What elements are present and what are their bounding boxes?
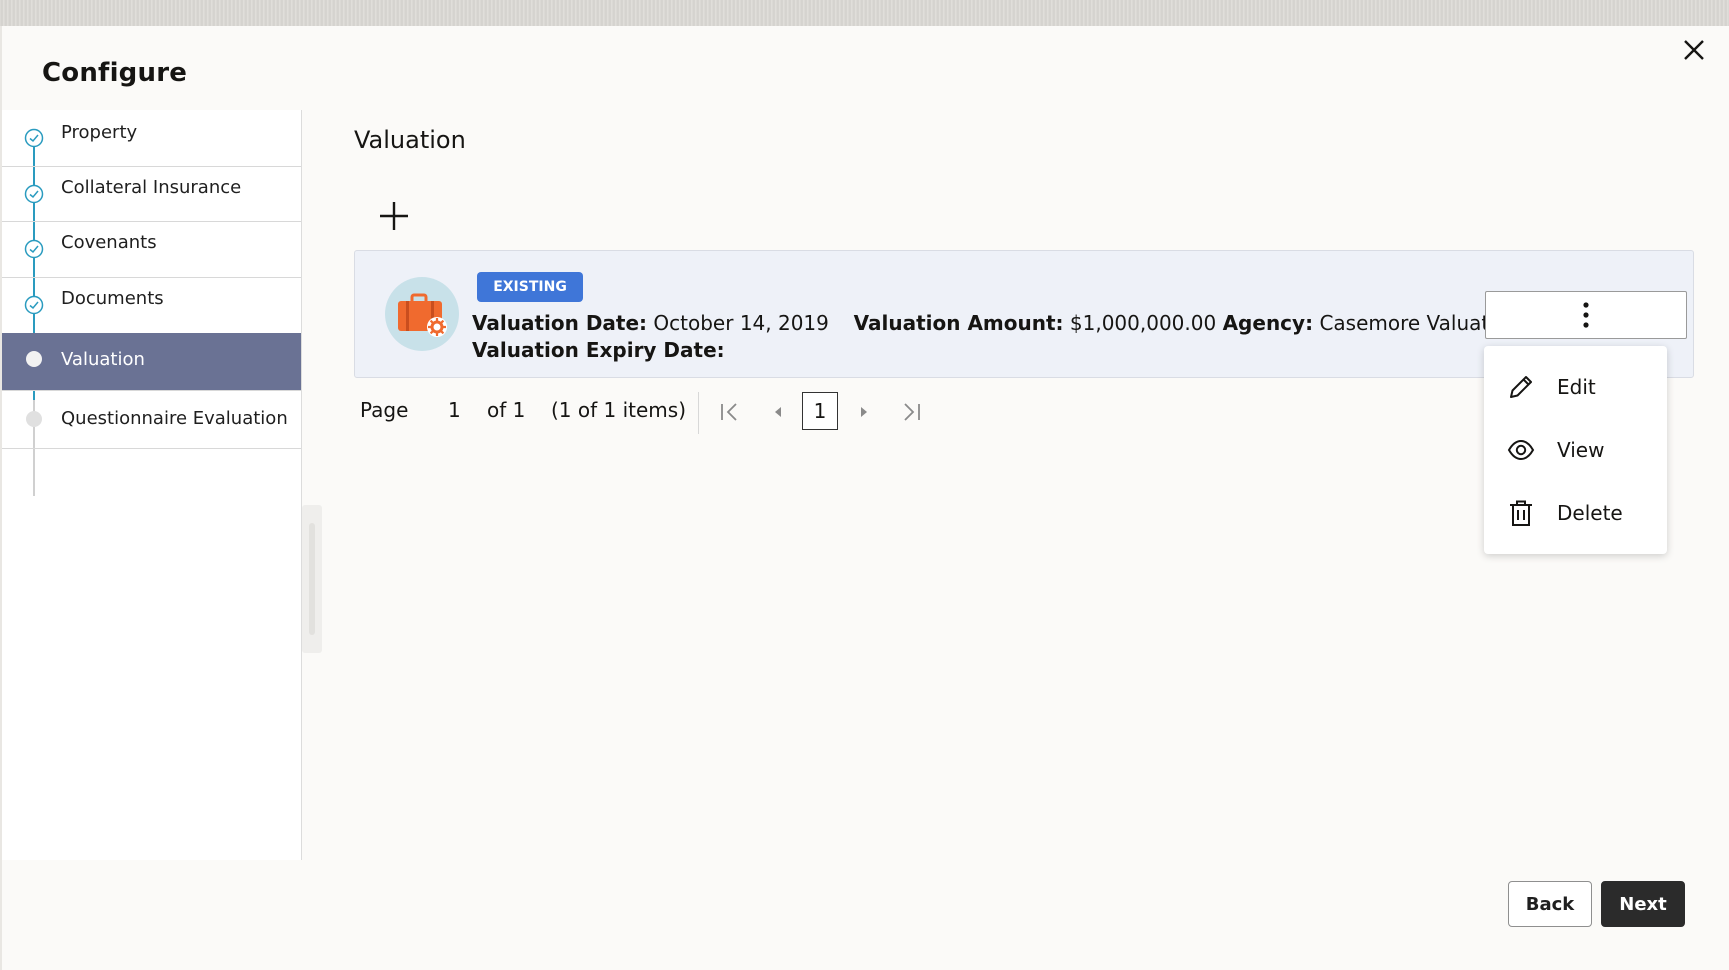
step-property[interactable]: Property [2, 110, 301, 167]
step-documents[interactable]: Documents [2, 277, 301, 334]
valuation-amount-value: $1,000,000.00 [1069, 311, 1217, 335]
next-button[interactable]: Next [1601, 881, 1685, 927]
more-vertical-icon [1583, 302, 1589, 328]
background-strip [0, 0, 1729, 26]
card-actions-menu: Edit View Delete [1484, 346, 1667, 554]
valuation-expiry-row: Valuation Expiry Date: [472, 338, 725, 362]
check-circle-icon [24, 184, 44, 204]
next-page-icon[interactable] [850, 398, 878, 426]
status-badge: EXISTING [477, 272, 583, 302]
page-of-label: of 1 [487, 398, 526, 422]
step-label: Documents [61, 288, 164, 309]
pagination-divider [698, 392, 699, 434]
step-label: Collateral Insurance [61, 177, 242, 198]
valuation-expiry-label: Valuation Expiry Date: [472, 338, 725, 362]
valuation-details-row: Valuation Date: October 14, 2019 Valuati… [472, 311, 1530, 335]
items-count: (1 of 1 items) [551, 398, 687, 422]
active-step-dot-icon [26, 351, 42, 367]
close-button[interactable] [1678, 34, 1710, 66]
valuation-amount-label: Valuation Amount: [853, 311, 1064, 335]
step-label: Questionnaire Evaluation [61, 408, 288, 429]
briefcase-gear-icon [398, 293, 447, 337]
last-page-icon[interactable] [898, 398, 926, 426]
valuation-date-value: October 14, 2019 [653, 311, 829, 335]
step-collateral-insurance[interactable]: Collateral Insurance [2, 166, 301, 222]
back-button[interactable]: Back [1508, 881, 1592, 927]
pencil-icon [1510, 376, 1532, 398]
menu-item-label: Edit [1557, 375, 1596, 399]
eye-icon [1507, 439, 1535, 461]
page-input[interactable]: 1 [448, 398, 461, 422]
panel-splitter[interactable] [302, 505, 322, 653]
step-valuation[interactable]: Valuation [2, 333, 301, 391]
valuation-avatar [385, 277, 459, 351]
plus-icon [380, 202, 408, 230]
section-title: Valuation [354, 126, 466, 154]
page-label: Page [360, 398, 409, 422]
first-page-icon[interactable] [715, 398, 743, 426]
splitter-handle[interactable] [309, 523, 315, 635]
agency-label: Agency: [1222, 311, 1314, 335]
menu-item-edit[interactable]: Edit [1484, 359, 1667, 415]
check-circle-icon [24, 295, 44, 315]
menu-item-label: View [1557, 438, 1605, 462]
dialog-title: Configure [42, 58, 188, 88]
previous-page-icon[interactable] [764, 398, 792, 426]
check-circle-icon [24, 128, 44, 148]
step-sidebar: Property Collateral Insurance Covenants … [2, 110, 302, 860]
pending-step-dot-icon [26, 411, 42, 427]
menu-item-label: Delete [1557, 501, 1623, 525]
current-page-button[interactable]: 1 [802, 392, 838, 430]
step-label: Valuation [61, 349, 145, 370]
menu-item-view[interactable]: View [1484, 422, 1667, 478]
step-label: Property [61, 122, 138, 143]
step-label: Covenants [61, 232, 157, 253]
step-questionnaire-evaluation[interactable]: Questionnaire Evaluation [2, 391, 301, 449]
close-icon [1684, 40, 1704, 60]
menu-item-delete[interactable]: Delete [1484, 485, 1667, 541]
add-valuation-button[interactable] [374, 196, 414, 236]
card-actions-button[interactable] [1485, 291, 1687, 339]
step-covenants[interactable]: Covenants [2, 221, 301, 278]
valuation-date-label: Valuation Date: [472, 311, 648, 335]
check-circle-icon [24, 239, 44, 259]
trash-icon [1510, 500, 1532, 526]
